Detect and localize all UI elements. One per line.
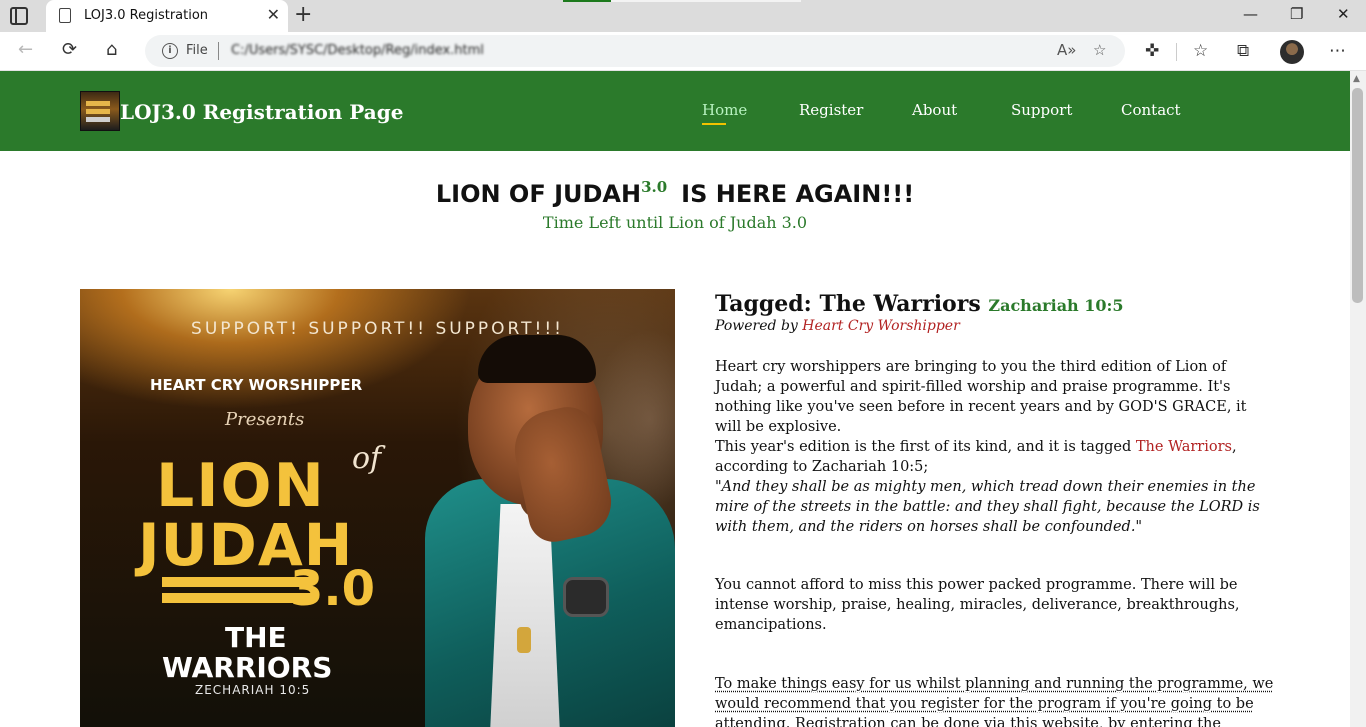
browser-tab-bar: LOJ3.0 Registration ✕ + — ❐ ✕ — [0, 0, 1366, 32]
back-icon[interactable]: ← — [18, 39, 33, 60]
poster-lapel-pin — [517, 627, 531, 653]
event-poster: SUPPORT! SUPPORT!! SUPPORT!!! HEART CRY … — [80, 289, 675, 727]
powered-by-link[interactable]: Heart Cry Worshipper — [802, 318, 960, 334]
hero-headline-main: LION OF JUDAH — [435, 180, 642, 208]
maximize-button[interactable]: ❐ — [1290, 5, 1303, 23]
add-favorite-icon[interactable]: ☆ — [1093, 41, 1106, 59]
programme-paragraph: You cannot afford to miss this power pac… — [715, 577, 1240, 633]
poster-organizer: HEART CRY WORSHIPPER — [150, 376, 363, 394]
powered-by-prefix: Powered by — [715, 318, 798, 334]
tab-title: LOJ3.0 Registration — [84, 8, 209, 23]
favorites-icon[interactable]: ☆ — [1193, 41, 1208, 61]
address-bar[interactable]: i File C:/Users/SYSC/Desktop/Reg/index.h… — [145, 35, 1125, 67]
extensions-icon[interactable]: ✜ — [1145, 41, 1159, 61]
nav-register[interactable]: Register — [799, 101, 863, 119]
tab-strip-indicator-track — [611, 0, 801, 2]
poster-support-text: SUPPORT! SUPPORT!! SUPPORT!!! — [191, 319, 564, 339]
poster-scripture: ZECHARIAH 10:5 — [195, 683, 311, 697]
nav-active-underline — [702, 123, 726, 125]
site-header: LOJ3.0 Registration Page Home Register A… — [0, 71, 1350, 151]
nav-support[interactable]: Support — [1011, 101, 1072, 119]
poster-the: THE — [225, 621, 287, 654]
info-icon[interactable]: i — [162, 43, 178, 59]
nav-about[interactable]: About — [912, 101, 957, 119]
close-tab-icon[interactable]: ✕ — [267, 5, 280, 24]
edition-tag-link[interactable]: The Warriors — [1136, 439, 1232, 455]
edition-text-before: This year's edition is the first of its … — [715, 439, 1132, 455]
new-tab-button[interactable]: + — [294, 2, 312, 27]
hero-headline-tail: IS HERE AGAIN!!! — [681, 180, 915, 208]
hero-headline: LION OF JUDAH3.0 IS HERE AGAIN!!! — [0, 178, 1350, 208]
registration-paragraph: To make things easy for us whilst planni… — [715, 676, 1274, 727]
article-title: Tagged: The Warriors Zachariah 10:5 — [715, 291, 1124, 317]
article-title-reference: Zachariah 10:5 — [988, 296, 1124, 315]
more-icon[interactable]: ⋯ — [1329, 41, 1346, 61]
browser-tab[interactable]: LOJ3.0 Registration ✕ — [46, 0, 288, 32]
article-title-text: Tagged: The Warriors — [715, 291, 981, 317]
poster-warriors: WARRIORS — [162, 651, 333, 684]
intro-paragraph: Heart cry worshippers are bringing to yo… — [715, 359, 1247, 435]
poster-watch — [563, 577, 609, 617]
scrollbar-thumb[interactable] — [1352, 88, 1363, 303]
edition-paragraph: This year's edition is the first of its … — [715, 437, 1275, 537]
address-separator — [218, 42, 219, 60]
site-title[interactable]: LOJ3.0 Registration Page — [120, 100, 403, 124]
browser-toolbar: ← ⟳ ⌂ i File C:/Users/SYSC/Desktop/Reg/i… — [0, 32, 1366, 71]
page-icon — [59, 8, 71, 23]
nav-contact[interactable]: Contact — [1121, 101, 1181, 119]
scripture-quote: "And they shall be as mighty men, which … — [715, 479, 1260, 535]
window-close-button[interactable]: ✕ — [1337, 5, 1350, 23]
poster-presents: Presents — [225, 409, 305, 430]
read-aloud-icon[interactable]: A» — [1057, 41, 1076, 59]
minimize-button[interactable]: — — [1243, 5, 1258, 23]
poster-version: 3.0 — [290, 561, 376, 617]
hero-headline-version: 3.0 — [641, 178, 668, 196]
refresh-icon[interactable]: ⟳ — [62, 39, 77, 60]
poster-hair — [478, 335, 596, 383]
scroll-up-icon[interactable]: ▲ — [1353, 74, 1360, 84]
address-url[interactable]: C:/Users/SYSC/Desktop/Reg/index.html — [231, 43, 484, 58]
home-icon[interactable]: ⌂ — [106, 39, 117, 60]
powered-by-line: Powered by Heart Cry Worshipper — [715, 318, 960, 334]
countdown-subtitle: Time Left until Lion of Judah 3.0 — [542, 213, 808, 232]
address-scheme-label: File — [186, 43, 208, 58]
site-logo[interactable] — [80, 91, 120, 131]
collections-icon[interactable]: ⧉ — [1237, 41, 1249, 61]
tab-strip-indicator — [563, 0, 611, 2]
nav-home[interactable]: Home — [702, 101, 747, 119]
toolbar-separator — [1176, 43, 1177, 61]
poster-of: of — [352, 441, 382, 476]
tab-actions-icon[interactable] — [10, 7, 28, 25]
profile-avatar[interactable] — [1280, 40, 1304, 64]
